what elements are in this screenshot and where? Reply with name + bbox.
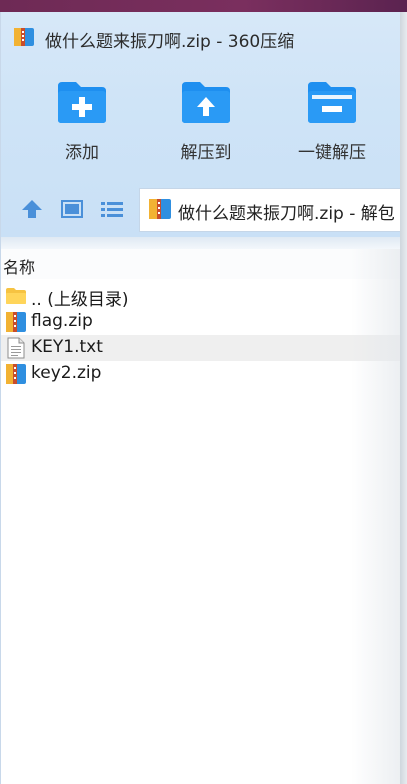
zip-archive-icon	[6, 364, 26, 384]
archive-window: 做什么题来振刀啊.zip - 360压缩 添加 解压到 一键解压 做什么题来振刀…	[0, 12, 401, 784]
column-header: 名称	[1, 249, 401, 279]
path-bar[interactable]: 做什么题来振刀啊.zip - 解包	[139, 188, 401, 232]
one-click-extract-icon	[308, 82, 356, 123]
parent-folder-icon	[6, 288, 26, 304]
file-name: key2.zip	[31, 363, 102, 383]
add-button[interactable]: 添加	[37, 80, 127, 170]
path-text: 做什么题来振刀啊.zip - 解包	[178, 204, 395, 224]
file-list: .. (上级目录) flag.zip KEY1.txt key2.zip	[1, 283, 401, 387]
window-chrome: 做什么题来振刀啊.zip - 360压缩 添加 解压到 一键解压 做什么题来振刀…	[1, 12, 401, 237]
list-item-flag-zip[interactable]: flag.zip	[1, 309, 401, 335]
zip-archive-icon	[149, 199, 171, 219]
navigation-bar: 做什么题来振刀啊.zip - 解包	[1, 184, 401, 234]
list-item-key2-zip[interactable]: key2.zip	[1, 361, 401, 387]
text-file-icon	[7, 337, 25, 359]
file-name: .. (上级目录)	[31, 290, 129, 310]
scroll-edge-shade	[351, 249, 401, 784]
add-folder-icon	[58, 82, 106, 123]
one-click-extract-label: 一键解压	[298, 143, 366, 163]
list-view-icon[interactable]	[99, 198, 125, 220]
zip-app-icon	[14, 28, 34, 46]
file-name: KEY1.txt	[31, 337, 103, 357]
window-title: 做什么题来振刀啊.zip - 360压缩	[45, 32, 295, 52]
zip-archive-icon	[6, 312, 26, 332]
extract-to-button[interactable]: 解压到	[161, 80, 251, 170]
add-label: 添加	[65, 143, 99, 163]
list-item-parent-directory[interactable]: .. (上级目录)	[1, 283, 401, 310]
one-click-extract-button[interactable]: 一键解压	[287, 80, 377, 170]
column-name-header[interactable]: 名称	[3, 254, 35, 278]
file-name: flag.zip	[31, 311, 93, 331]
thumbnail-view-icon[interactable]	[59, 198, 85, 220]
window-right-edge	[400, 12, 407, 784]
title-bar[interactable]: 做什么题来振刀啊.zip - 360压缩	[1, 22, 401, 54]
extract-to-folder-icon	[182, 82, 230, 123]
up-arrow-icon[interactable]	[19, 198, 45, 220]
list-item-key1-txt[interactable]: KEY1.txt	[1, 335, 401, 361]
extract-to-label: 解压到	[180, 143, 232, 163]
desktop-background-strip	[0, 0, 407, 12]
chrome-divider	[1, 237, 401, 249]
